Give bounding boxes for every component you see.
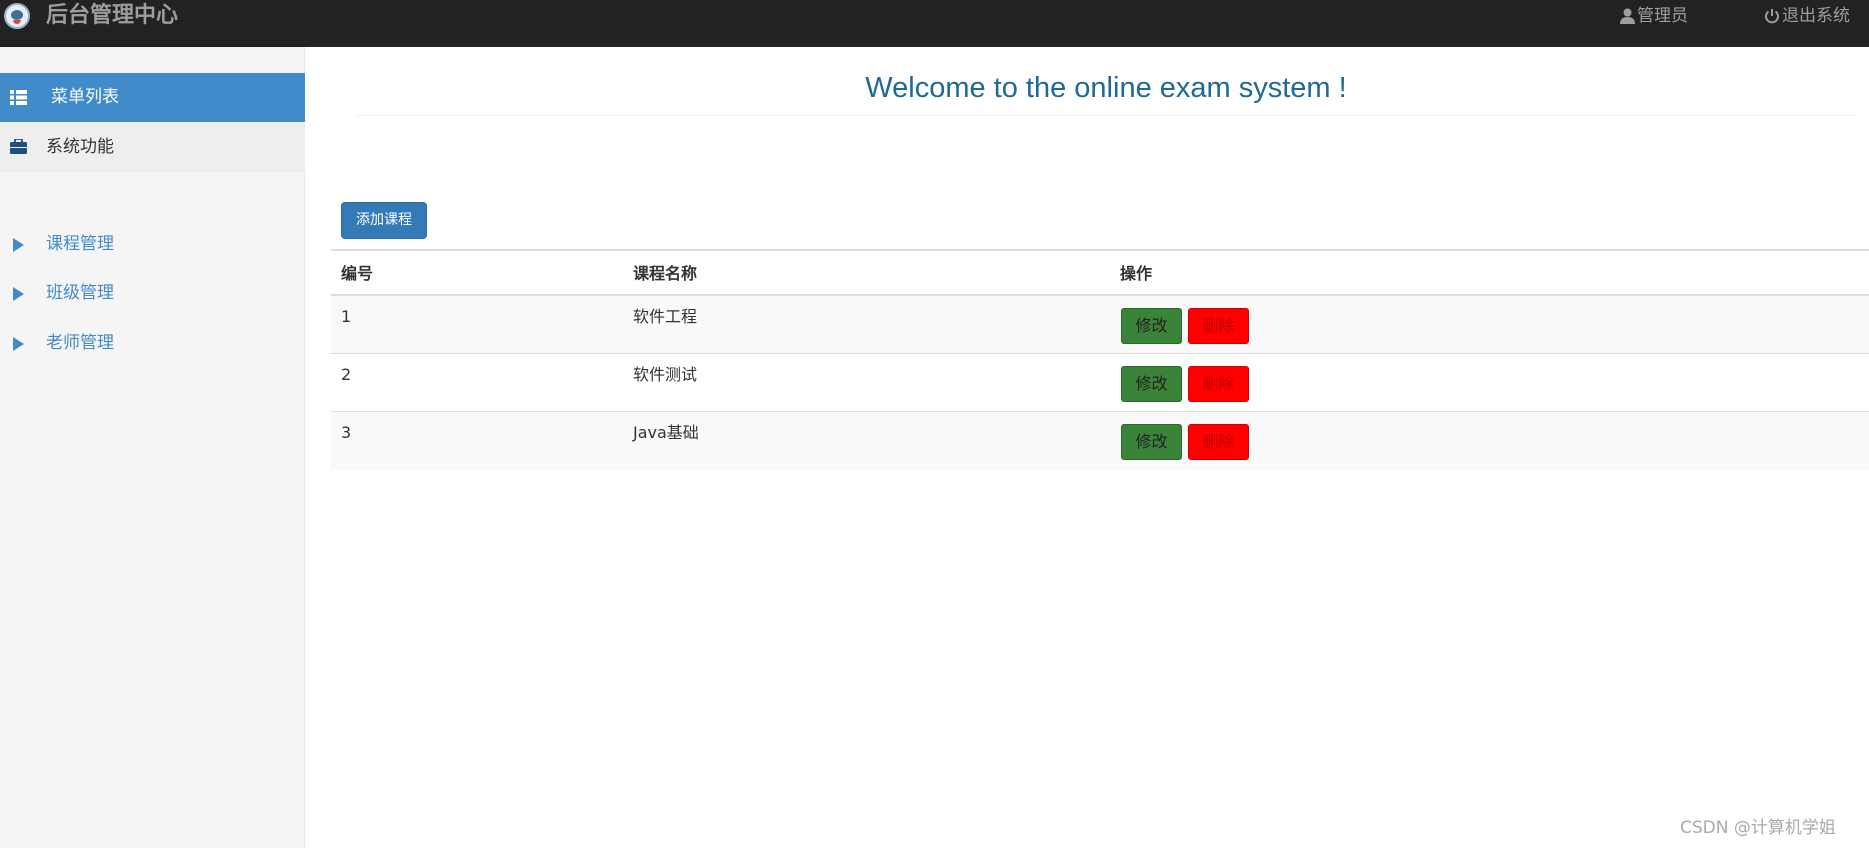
menu-list-label: 菜单列表 [51, 87, 119, 107]
sidebar-item-label: 班级管理 [46, 283, 114, 303]
sidebar: 菜单列表 系统功能 课程管理 班级管理 老师管理 [0, 47, 305, 848]
system-functions-section[interactable]: 系统功能 [0, 122, 305, 172]
divider [356, 115, 1856, 116]
column-header-id: 编号 [341, 264, 374, 283]
add-course-button[interactable]: 添加课程 [341, 202, 427, 239]
top-navbar: 后台管理中心 管理员 退出系统 [0, 0, 1869, 47]
row-id: 2 [341, 365, 352, 384]
row-id: 3 [341, 423, 352, 442]
edit-button[interactable]: 修改 [1121, 424, 1182, 460]
column-header-actions: 操作 [1120, 264, 1153, 283]
table-row: 3 Java基础 修改 删除 [331, 412, 1869, 470]
delete-button[interactable]: 删除 [1188, 308, 1249, 344]
edit-button[interactable]: 修改 [1121, 308, 1182, 344]
row-course-name: 软件测试 [633, 365, 698, 384]
table-row: 1 软件工程 修改 删除 [331, 296, 1869, 354]
app-title: 后台管理中心 [46, 3, 179, 28]
power-icon [1765, 9, 1779, 24]
delete-button[interactable]: 删除 [1188, 366, 1249, 402]
table-header: 编号 课程名称 操作 [331, 251, 1869, 296]
delete-button[interactable]: 删除 [1188, 424, 1249, 460]
row-id: 1 [341, 307, 352, 326]
row-course-name: Java基础 [633, 423, 699, 442]
system-functions-label: 系统功能 [46, 137, 114, 157]
welcome-heading: Welcome to the online exam system ! [865, 72, 1347, 104]
sidebar-item-class-management[interactable]: 班级管理 [0, 269, 305, 318]
triangle-right-icon [13, 238, 24, 252]
sidebar-item-label: 课程管理 [46, 234, 114, 254]
briefcase-icon [10, 139, 27, 154]
admin-menu[interactable]: 管理员 [1620, 4, 1688, 28]
admin-label: 管理员 [1637, 6, 1688, 26]
column-header-name: 课程名称 [633, 264, 698, 283]
user-icon [1620, 8, 1635, 24]
row-course-name: 软件工程 [633, 307, 698, 326]
watermark: CSDN @计算机学姐 [1680, 818, 1836, 838]
menu-list-header: 菜单列表 [0, 73, 305, 122]
edit-button[interactable]: 修改 [1121, 366, 1182, 402]
sidebar-item-label: 老师管理 [46, 333, 114, 353]
logo-icon [4, 3, 30, 29]
table-row: 2 软件测试 修改 删除 [331, 354, 1869, 412]
triangle-right-icon [13, 287, 24, 301]
sidebar-item-course-management[interactable]: 课程管理 [0, 220, 305, 269]
sidebar-item-teacher-management[interactable]: 老师管理 [0, 319, 305, 368]
triangle-right-icon [13, 337, 24, 351]
logout-link[interactable]: 退出系统 [1764, 4, 1850, 28]
list-icon [10, 90, 27, 105]
logout-label: 退出系统 [1782, 6, 1850, 26]
